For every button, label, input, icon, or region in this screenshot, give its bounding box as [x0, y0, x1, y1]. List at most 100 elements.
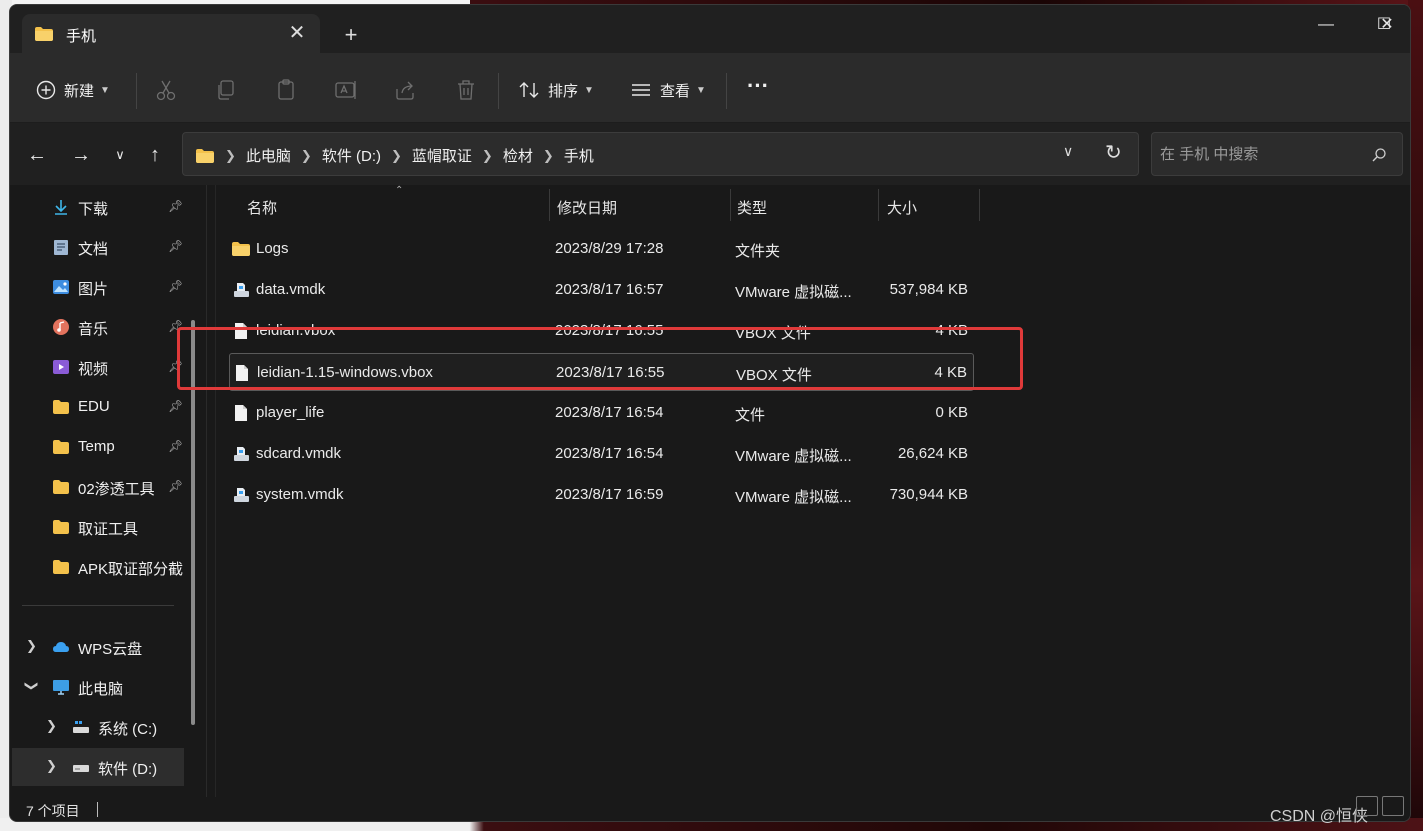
file-row[interactable]: sdcard.vmdk 2023/8/17 16:54 VMware 虚拟磁..…: [229, 435, 974, 473]
expand-chevron-icon[interactable]: ❯: [46, 718, 57, 734]
file-date: 2023/8/17 16:55: [555, 322, 664, 339]
file-date: 2023/8/29 17:28: [555, 240, 664, 257]
breadcrumb-evidence[interactable]: 检材: [503, 145, 533, 166]
status-divider: [97, 802, 98, 817]
search-icon[interactable]: [1371, 147, 1387, 163]
file-type: VBOX 文件: [735, 325, 811, 342]
search-box[interactable]: [1151, 132, 1403, 176]
column-header-name[interactable]: 名称: [247, 185, 547, 225]
expand-chevron-icon[interactable]: ❯: [26, 638, 37, 654]
sidebar-item-wps-cloud[interactable]: ❯ WPS云盘: [12, 628, 184, 666]
breadcrumb-separator-icon: ❯: [225, 147, 236, 163]
column-divider[interactable]: [878, 189, 879, 221]
plus-circle-icon: [36, 80, 56, 100]
sidebar-item-this-pc[interactable]: ❯ 此电脑: [12, 668, 184, 706]
column-divider[interactable]: [730, 189, 731, 221]
file-row[interactable]: player_life 2023/8/17 16:54 文件 0 KB: [229, 394, 974, 432]
recent-locations-chevron-icon[interactable]: ∨: [106, 143, 134, 167]
breadcrumb-this-pc[interactable]: 此电脑: [246, 145, 291, 166]
copy-icon[interactable]: [213, 77, 239, 103]
sidebar-item-music[interactable]: 音乐 📌︎: [12, 308, 184, 346]
pin-icon: 📌︎: [168, 359, 184, 373]
more-options-button[interactable]: ···: [747, 71, 769, 101]
pin-icon: 📌︎: [168, 279, 184, 293]
file-size: 730,944 KB: [889, 486, 968, 503]
sidebar-item-forensic-tools[interactable]: 取证工具: [12, 508, 184, 546]
new-tab-button[interactable]: +: [336, 20, 366, 50]
sidebar-item-edu[interactable]: EDU 📌︎: [12, 388, 184, 426]
sidebar-item-documents[interactable]: 文档 📌︎: [12, 228, 184, 266]
file-type: VBOX 文件: [736, 367, 812, 384]
folder-icon: [35, 27, 53, 41]
column-header-type[interactable]: 类型: [737, 185, 877, 225]
breadcrumb-separator-icon: ❯: [391, 147, 402, 163]
sidebar-item-videos[interactable]: 视频 📌︎: [12, 348, 184, 386]
tab-title: 手机: [66, 28, 97, 45]
file-row-focused[interactable]: leidian-1.15-windows.vbox 2023/8/17 16:5…: [229, 353, 974, 391]
collapse-chevron-icon[interactable]: ❯: [23, 681, 39, 692]
view-button[interactable]: 查看 ▼: [630, 75, 706, 105]
item-count: 7 个项目: [26, 803, 80, 819]
file-name: system.vmdk: [256, 486, 344, 503]
close-window-button[interactable]: ✕: [1357, 5, 1410, 45]
details-view-icon[interactable]: [1356, 796, 1378, 816]
sidebar-item-apk-screenshots[interactable]: APK取证部分截: [12, 548, 184, 586]
paste-icon[interactable]: [273, 77, 299, 103]
file-row[interactable]: system.vmdk 2023/8/17 16:59 VMware 虚拟磁..…: [229, 476, 974, 514]
up-arrow-icon[interactable]: ↑: [141, 143, 169, 167]
breadcrumb-phone[interactable]: 手机: [564, 145, 594, 166]
expand-chevron-icon[interactable]: ❯: [46, 758, 57, 774]
breadcrumb: ❯ 此电脑 ❯ 软件 (D:) ❯ 蓝帽取证 ❯ 检材 ❯ 手机: [195, 145, 594, 166]
address-dropdown-chevron-icon[interactable]: ∨: [1063, 143, 1073, 160]
breadcrumb-drive-d[interactable]: 软件 (D:): [322, 145, 381, 166]
sidebar-item-drive-c[interactable]: ❯ 系统 (C:): [12, 708, 184, 746]
sidebar-item-drive-d[interactable]: ❯ 软件 (D:): [12, 748, 184, 786]
sidebar-item-pentest-tools[interactable]: 02渗透工具 📌︎: [12, 468, 184, 506]
new-button[interactable]: 新建 ▼: [36, 75, 110, 105]
delete-icon[interactable]: [453, 77, 479, 103]
file-explorer-window: 手机 ✕ + — ☐ ✕ 新建 ▼ 排序 ▼ 查看 ▼ ··· ← → ∨ ↑ …: [9, 4, 1411, 822]
file-row[interactable]: leidian.vbox 2023/8/17 16:55 VBOX 文件 4 K…: [229, 312, 974, 350]
toolbar-divider: [136, 73, 137, 109]
file-date: 2023/8/17 16:54: [555, 404, 664, 421]
sidebar-item-pictures[interactable]: 图片 📌︎: [12, 268, 184, 306]
breadcrumb-bluehat[interactable]: 蓝帽取证: [412, 145, 472, 166]
toolbar-divider: [498, 73, 499, 109]
share-icon[interactable]: [393, 77, 419, 103]
forward-arrow-icon[interactable]: →: [67, 143, 95, 167]
sidebar-item-downloads[interactable]: 下载 📌︎: [12, 188, 184, 226]
sort-button[interactable]: 排序 ▼: [518, 75, 594, 105]
status-bar: 7 个项目: [10, 797, 1410, 821]
folder-icon: [53, 400, 69, 414]
sidebar-item-temp[interactable]: Temp 📌︎: [12, 428, 184, 466]
address-bar[interactable]: ❯ 此电脑 ❯ 软件 (D:) ❯ 蓝帽取证 ❯ 检材 ❯ 手机 ∨ ↻: [182, 132, 1139, 176]
rename-icon[interactable]: [333, 77, 359, 103]
file-type: VMware 虚拟磁...: [735, 448, 852, 465]
file-row[interactable]: data.vmdk 2023/8/17 16:57 VMware 虚拟磁... …: [229, 271, 974, 309]
search-input[interactable]: [1160, 143, 1360, 165]
column-header-size[interactable]: 大小: [887, 185, 977, 225]
picture-icon: [53, 280, 69, 294]
sidebar-scrollbar[interactable]: [191, 320, 195, 725]
file-row[interactable]: Logs 2023/8/29 17:28 文件夹: [229, 230, 974, 268]
file-name: sdcard.vmdk: [256, 445, 342, 462]
breadcrumb-separator-icon: ❯: [542, 147, 554, 163]
tab-close-icon[interactable]: ✕: [284, 20, 310, 46]
minimize-button[interactable]: —: [1297, 5, 1355, 45]
tab-phone[interactable]: 手机 ✕: [22, 14, 320, 54]
folder-icon: [53, 560, 69, 574]
pin-icon: 📌︎: [168, 399, 184, 413]
sidebar-item-label: 此电脑: [78, 681, 124, 698]
refresh-icon[interactable]: ↻: [1105, 140, 1122, 165]
column-header-date[interactable]: 修改日期: [557, 185, 732, 225]
back-arrow-icon[interactable]: ←: [23, 143, 51, 167]
cut-icon[interactable]: [153, 77, 179, 103]
column-divider[interactable]: [549, 189, 550, 221]
column-type-label: 类型: [737, 200, 768, 217]
tiles-view-icon[interactable]: [1382, 796, 1404, 816]
address-row: ← → ∨ ↑ ❯ 此电脑 ❯ 软件 (D:) ❯ 蓝帽取证 ❯ 检材 ❯ 手机…: [10, 123, 1410, 185]
file-date: 2023/8/17 16:54: [555, 445, 664, 462]
toolbar-divider: [726, 73, 727, 109]
drive-icon: [73, 721, 89, 733]
column-divider[interactable]: [979, 189, 980, 221]
